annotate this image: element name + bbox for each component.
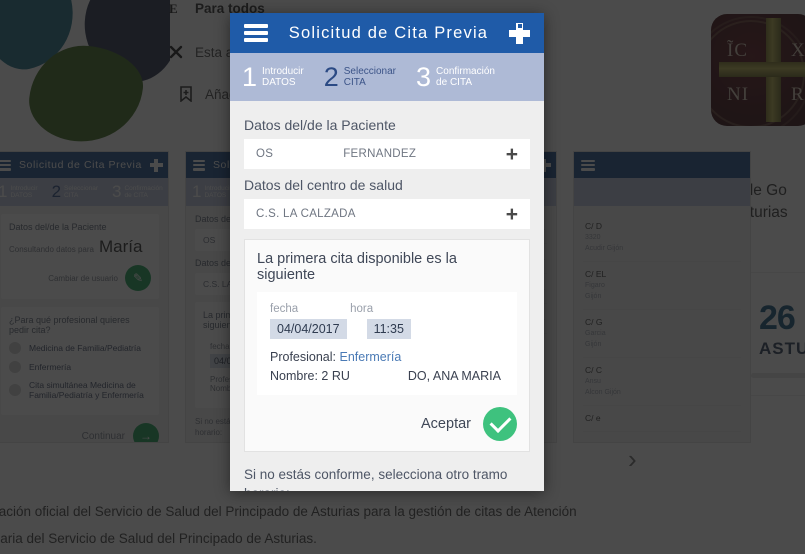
step-seleccionar-cita[interactable]: 2 Seleccionar CITA: [323, 61, 396, 92]
nombre-row: Nombre: 2 RU DO, ANA MARIA: [270, 369, 504, 383]
step-label: Introducir DATOS: [262, 66, 304, 89]
dialog-stepper: 1 Introducir DATOS 2 Seleccionar CITA 3 …: [230, 53, 544, 101]
appointment-headers: fecha hora: [270, 303, 504, 315]
step-number: 1: [242, 61, 258, 92]
center-field[interactable]: C.S. LA CALZADA +: [244, 199, 530, 229]
appointment-card-title: La primera cita disponible es la siguien…: [257, 251, 457, 283]
nombre-full: DO, ANA MARIA: [407, 369, 501, 383]
step-introducir-datos[interactable]: 1 Introducir DATOS: [242, 61, 304, 92]
step-label-line2: CITA: [343, 77, 366, 88]
center-section-label: Datos del centro de salud: [244, 177, 403, 193]
hora-value: 11:35: [366, 319, 411, 339]
step-number: 2: [323, 61, 339, 92]
step-label: Seleccionar CITA: [344, 66, 396, 89]
patient-value-right: FERNANDEZ: [343, 148, 417, 160]
nombre-value: 2 RU: [321, 369, 350, 383]
cita-previa-dialog: Solicitud de Cita Previa 1 Introducir DA…: [230, 13, 544, 491]
plus-icon[interactable]: +: [506, 204, 518, 225]
health-cross-icon: [509, 22, 530, 44]
patient-section-label: Datos del/de la Paciente: [244, 117, 396, 133]
accept-label: Aceptar: [421, 416, 471, 432]
profesional-label: Profesional:: [270, 350, 337, 364]
check-icon: [489, 411, 511, 433]
patient-field[interactable]: OS FERNANDEZ +: [244, 139, 530, 169]
appointment-values: 04/04/2017 11:35: [270, 319, 504, 339]
center-value: C.S. LA CALZADA: [256, 208, 356, 220]
step-label-line2: de CITA: [436, 77, 472, 88]
step-label-line1: Seleccionar: [343, 65, 397, 77]
dialog-header: Solicitud de Cita Previa: [230, 13, 544, 53]
hamburger-menu-icon[interactable]: [244, 24, 268, 42]
step-label-line2: DATOS: [262, 77, 296, 88]
appointment-details: fecha hora 04/04/2017 11:35 Profesional:…: [257, 292, 517, 395]
alternative-note: Si no estás conforme, selecciona otro tr…: [244, 467, 508, 491]
appointment-card: La primera cita disponible es la siguien…: [244, 239, 530, 452]
step-number: 3: [416, 61, 432, 92]
plus-icon[interactable]: +: [506, 144, 518, 165]
patient-value-left: OS: [256, 148, 274, 160]
dialog-body: Datos del/de la Paciente OS FERNANDEZ + …: [230, 101, 544, 491]
profesional-value: Enfermería: [339, 350, 402, 364]
hora-label: hora: [350, 303, 374, 315]
nombre-label: Nombre:: [270, 369, 318, 383]
step-confirmacion-cita[interactable]: 3 Confirmación de CITA: [416, 61, 495, 92]
fecha-value: 04/04/2017: [270, 319, 347, 339]
profesional-row: Profesional: Enfermería: [270, 350, 504, 364]
step-label-line1: Introducir: [262, 65, 304, 77]
fecha-label: fecha: [270, 303, 299, 315]
step-label: Confirmación de CITA: [436, 66, 495, 89]
step-label-line1: Confirmación: [436, 65, 495, 77]
accept-row: Aceptar: [257, 407, 517, 441]
dialog-title: Solicitud de Cita Previa: [288, 23, 489, 42]
accept-button[interactable]: [483, 407, 517, 441]
